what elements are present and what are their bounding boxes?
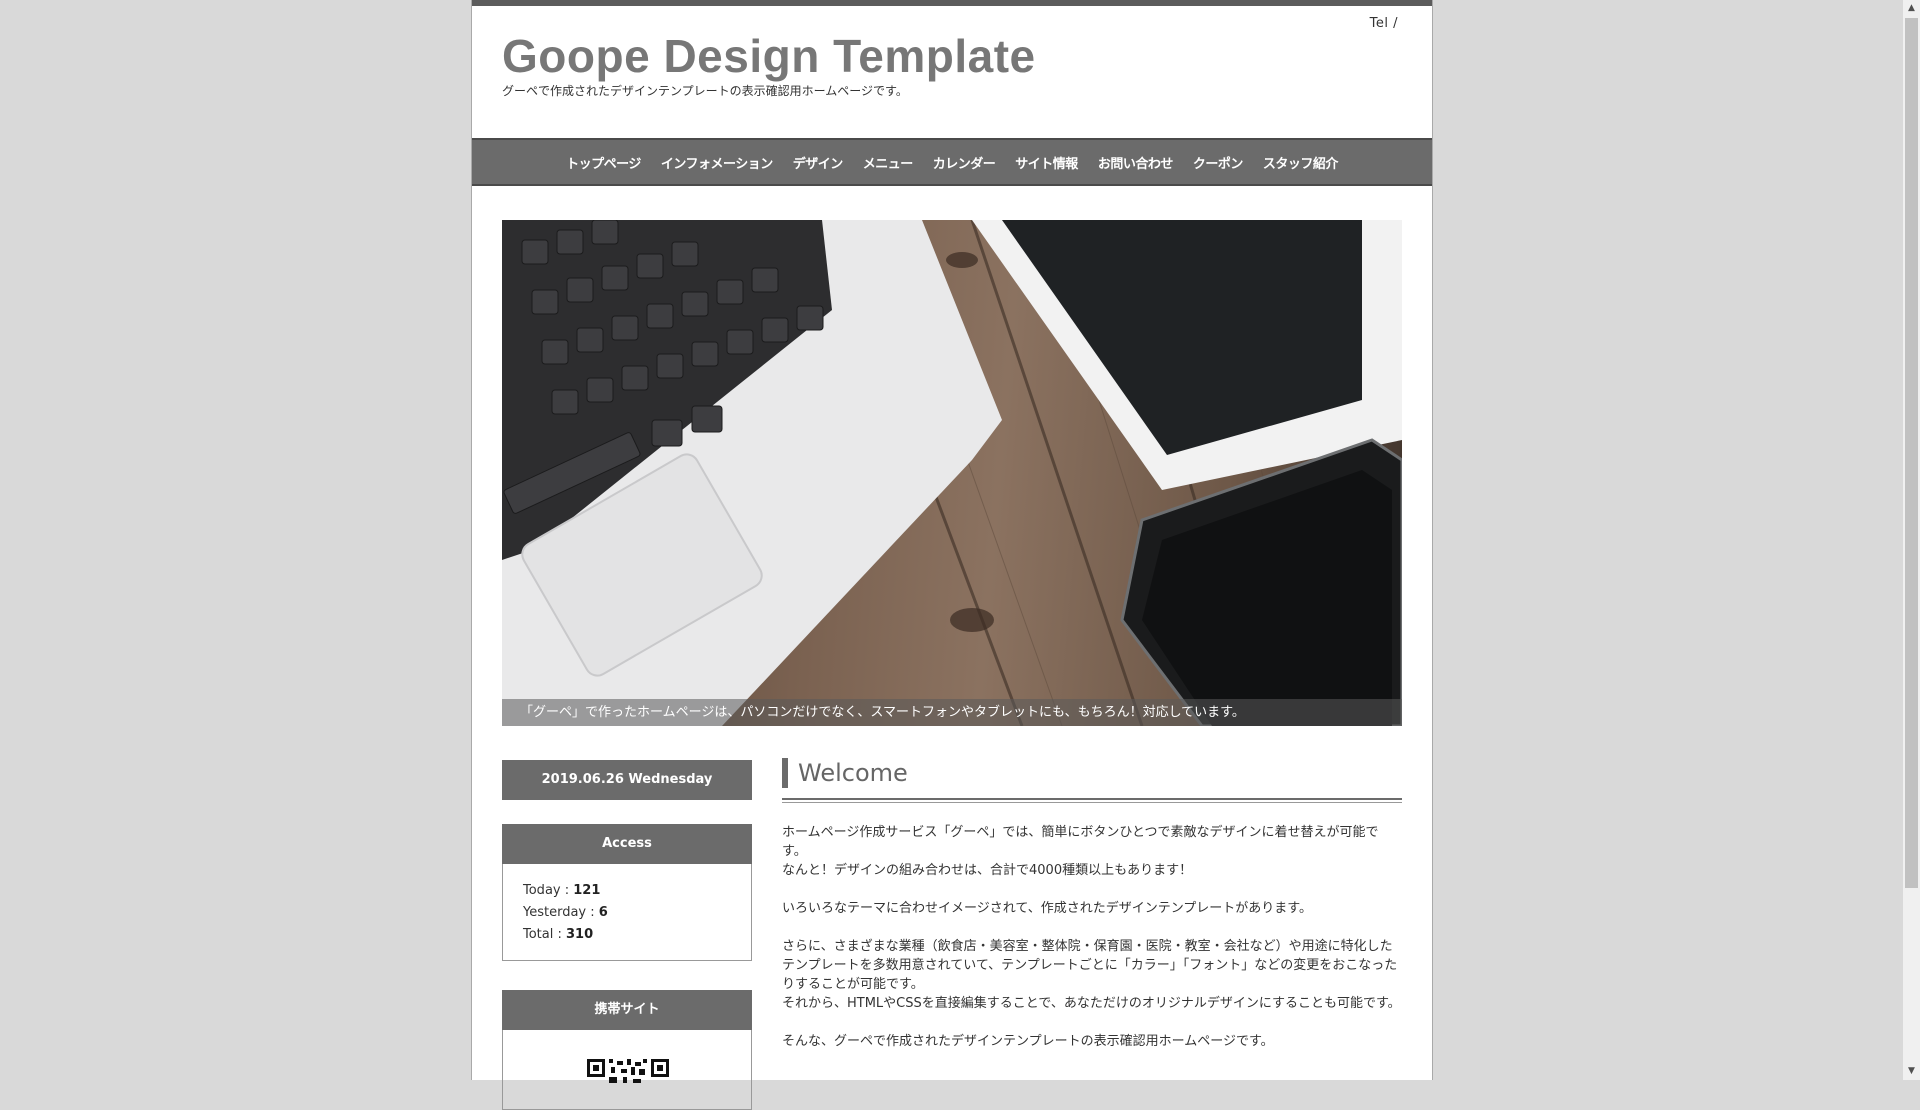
qr-code-icon[interactable] [587,1059,669,1083]
access-yesterday-label: Yesterday : [523,905,599,920]
scroll-up-icon[interactable]: ▲ [1903,0,1920,17]
nav-item-information[interactable]: インフォメーション [651,153,783,172]
nav-item-contact[interactable]: お問い合わせ [1088,153,1183,172]
heading-rule-thin [782,802,1402,803]
hero-image: 「グーペ」で作ったホームページは、パソコンだけでなく、スマートフォンやタブレット… [502,220,1402,726]
nav-item-calendar[interactable]: カレンダー [923,153,1006,172]
nav-item-site-info[interactable]: サイト情報 [1005,153,1088,172]
site-description: グーペで作成されたデザインテンプレートの表示確認用ホームページです。 [502,84,908,98]
access-total: Total : 310 [523,924,731,946]
hero-illustration [502,220,1402,726]
hero-caption: 「グーペ」で作ったホームページは、パソコンだけでなく、スマートフォンやタブレット… [502,699,1402,726]
nav-item-staff[interactable]: スタッフ紹介 [1253,153,1348,172]
vertical-scrollbar[interactable]: ▲ ▼ [1903,0,1920,1080]
nav-item-menu[interactable]: メニュー [853,153,923,172]
access-yesterday: Yesterday : 6 [523,902,731,924]
access-today: Today : 121 [523,880,731,902]
mobile-site-box: 携帯サイト [502,990,752,1110]
welcome-paragraph: さらに、さまざまな業種（飲食店・美容室・整体院・保育園・医院・教室・会社など）や… [782,939,1401,1011]
nav-item-design[interactable]: デザイン [783,153,853,172]
access-total-value: 310 [566,927,594,942]
access-today-value: 121 [573,883,601,898]
mobile-site-title: 携帯サイト [502,990,752,1030]
date-display: 2019.06.26 Wednesday [502,760,752,800]
access-counter-box: Access Today : 121 Yesterday : 6 Total :… [502,824,752,961]
scroll-down-icon[interactable]: ▼ [1903,1063,1920,1080]
access-total-label: Total : [523,927,567,942]
nav-item-coupon[interactable]: クーポン [1183,153,1253,172]
nav-item-top[interactable]: トップページ [556,153,651,172]
main-content: Welcome ホームページ作成サービス「グーペ」では、簡単にボタンひとつで素敵… [782,758,1402,1070]
welcome-paragraph: そんな、グーペで作成されたデザインテンプレートの表示確認用ホームページです。 [782,1034,1274,1049]
top-accent-bar [472,0,1432,6]
welcome-body: ホームページ作成サービス「グーペ」では、簡単にボタンひとつで素敵なデザインに着せ… [782,823,1402,1051]
scrollbar-thumb[interactable] [1905,18,1918,888]
site-title[interactable]: Goope Design Template [502,26,1036,86]
global-nav: トップページ インフォメーション デザイン メニュー カレンダー サイト情報 お… [472,138,1432,186]
welcome-paragraph: いろいろなテーマに合わせイメージされて、作成されたデザインテンプレートがあります… [782,901,1313,916]
tel-text: Tel / [1369,16,1398,31]
page-container: Tel / Goope Design Template グーペで作成されたデザイ… [471,0,1433,1110]
heading-rule [782,798,1402,800]
access-title: Access [502,824,752,864]
access-today-label: Today : [523,883,574,898]
access-list: Today : 121 Yesterday : 6 Total : 310 [503,864,751,960]
welcome-heading: Welcome [782,758,1402,788]
welcome-paragraph: ホームページ作成サービス「グーペ」では、簡単にボタンひとつで素敵なデザインに着せ… [782,825,1379,878]
access-yesterday-value: 6 [598,905,608,920]
